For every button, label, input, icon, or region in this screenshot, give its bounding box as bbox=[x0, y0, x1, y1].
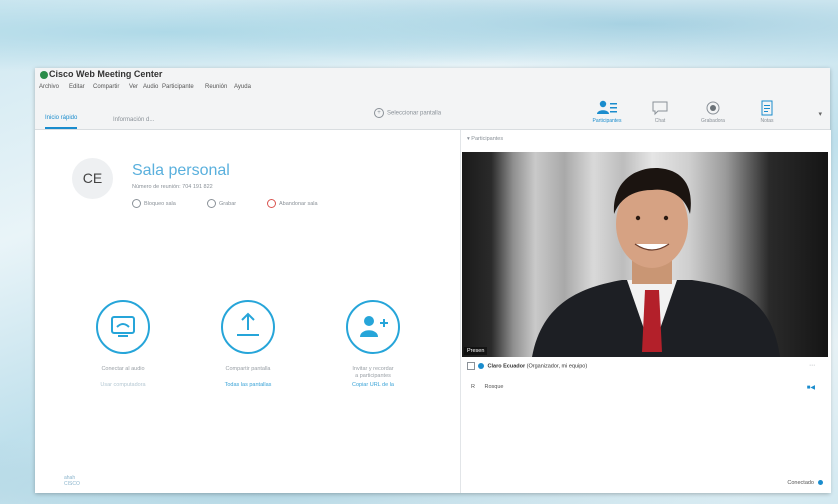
meeting-number: Número de reunión: 704 191 822 bbox=[132, 184, 213, 190]
lock-room-option[interactable]: Bloqueo sala bbox=[132, 199, 176, 208]
guest-initial: R bbox=[471, 384, 475, 390]
share-screen-button[interactable]: + Seleccionar pantalla bbox=[374, 108, 441, 118]
participants-header-label: Participantes bbox=[471, 136, 504, 142]
screen-audio-icon bbox=[111, 316, 135, 337]
record-option-icon bbox=[207, 199, 216, 208]
menu-reunion[interactable]: Reunión bbox=[205, 84, 227, 90]
participants-icon bbox=[587, 100, 627, 116]
leave-room-option[interactable]: Abandonar sala bbox=[267, 199, 318, 208]
use-computer-link[interactable]: Usar computadora bbox=[78, 382, 168, 388]
more-options-icon[interactable]: ⋯ bbox=[809, 362, 815, 369]
host-name: Claro Ecuador bbox=[487, 363, 526, 370]
participant-video[interactable]: Presen bbox=[462, 152, 828, 357]
share-screen-label: Seleccionar pantalla bbox=[387, 110, 442, 117]
menu-ayuda[interactable]: Ayuda bbox=[234, 84, 251, 90]
expand-icon bbox=[467, 362, 475, 370]
participants-panel-label: Participantes bbox=[592, 118, 622, 124]
tab-quick-start[interactable]: Inicio rápido bbox=[45, 111, 78, 129]
plus-circle-icon: + bbox=[374, 108, 384, 118]
window-title: Cisco Web Meeting Center bbox=[49, 69, 163, 79]
presence-icon bbox=[478, 363, 484, 369]
notes-panel-label: Notas bbox=[760, 118, 774, 124]
invite-label-line2: a participantes bbox=[355, 373, 391, 379]
personal-room-area: CE Sala personal Número de reunión: 704 … bbox=[35, 130, 460, 493]
notes-icon bbox=[747, 100, 787, 116]
participant-row-guest[interactable]: R Rosque ■◀ bbox=[467, 384, 823, 391]
menu-bar: Archivo Editar Compartir Ver Audio Parti… bbox=[35, 82, 830, 96]
chat-panel-label: Chat bbox=[654, 118, 666, 124]
record-icon bbox=[693, 100, 733, 116]
connect-audio-label: Conectar al audio bbox=[101, 366, 145, 372]
recorder-panel-button[interactable]: Grabadora bbox=[693, 100, 733, 124]
connect-audio-button[interactable] bbox=[96, 300, 150, 354]
more-panels-chevron-icon[interactable]: ▾ bbox=[818, 110, 822, 118]
chat-panel-button[interactable]: Chat bbox=[640, 100, 680, 124]
copy-url-link[interactable]: Copiar URL de la bbox=[328, 382, 418, 388]
connection-status: Conectado bbox=[787, 480, 823, 486]
toolbar: Inicio rápido Información d... + Seleccio… bbox=[35, 96, 830, 130]
record-option[interactable]: Grabar bbox=[207, 199, 236, 208]
leave-room-label: Abandonar sala bbox=[279, 200, 318, 207]
share-screen-action: Compartir pantalla Todas las pantallas bbox=[203, 300, 293, 388]
menu-compartir[interactable]: Compartir bbox=[93, 84, 119, 90]
notes-panel-button[interactable]: Notas bbox=[747, 100, 787, 124]
participants-panel-button[interactable]: Participantes bbox=[587, 100, 627, 124]
room-title: Sala personal bbox=[132, 162, 230, 179]
tab-meeting-info[interactable]: Información d... bbox=[113, 113, 154, 129]
leave-icon bbox=[267, 199, 276, 208]
invite-label: Invitar y recordar a participantes bbox=[328, 366, 418, 380]
share-screen-big-label: Compartir pantalla bbox=[225, 366, 271, 372]
participants-header[interactable]: ▾ Participantes bbox=[467, 136, 503, 142]
upload-icon bbox=[237, 312, 259, 336]
participants-panel: ▾ Participantes Presen Claro Ecuador (Or… bbox=[460, 130, 831, 493]
connected-label: Conectado bbox=[787, 480, 814, 486]
menu-archivo[interactable]: Archivo bbox=[39, 84, 59, 90]
video-tag: Presen bbox=[464, 347, 488, 355]
all-screens-link[interactable]: Todas las pantallas bbox=[203, 382, 293, 388]
video-camera-icon[interactable]: ■◀ bbox=[807, 384, 815, 391]
menu-ver[interactable]: Ver bbox=[129, 84, 138, 90]
record-option-label: Grabar bbox=[219, 200, 237, 207]
meeting-window: Cisco Web Meeting Center Archivo Editar … bbox=[35, 68, 831, 493]
guest-name: Rosque bbox=[484, 384, 504, 390]
video-person-icon bbox=[532, 167, 780, 357]
invite-label-line1: Invitar y recordar bbox=[352, 366, 394, 372]
invite-action: Invitar y recordar a participantes Copiar… bbox=[328, 300, 418, 388]
chat-icon bbox=[640, 100, 680, 116]
cisco-logo: ahah CISCO bbox=[64, 475, 80, 487]
menu-editar[interactable]: Editar bbox=[69, 84, 85, 90]
connect-audio-action: Conectar al audio Usar computadora bbox=[78, 300, 168, 388]
lock-room-label: Bloqueo sala bbox=[144, 200, 176, 207]
title-bar: Cisco Web Meeting Center bbox=[35, 68, 830, 82]
menu-audio[interactable]: Audio bbox=[143, 84, 158, 90]
host-role: (Organizador, mi equipo) bbox=[526, 363, 588, 370]
menu-participante[interactable]: Participante bbox=[162, 84, 194, 90]
participant-row-host[interactable]: Claro Ecuador (Organizador, mi equipo) ⋯ bbox=[467, 362, 823, 374]
avatar: CE bbox=[72, 158, 113, 199]
recorder-panel-label: Grabadora bbox=[701, 118, 725, 124]
share-screen-big-button[interactable] bbox=[221, 300, 275, 354]
webex-logo-icon bbox=[40, 71, 48, 79]
invite-button[interactable] bbox=[346, 300, 400, 354]
add-user-icon bbox=[360, 316, 388, 337]
cisco-logo-text: CISCO bbox=[64, 481, 80, 487]
connected-dot-icon bbox=[818, 480, 823, 486]
lock-icon bbox=[132, 199, 141, 208]
